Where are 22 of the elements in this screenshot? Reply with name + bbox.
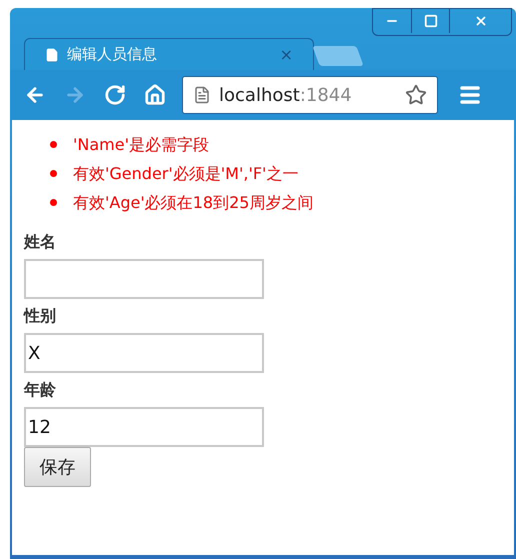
url-text: localhost:1844 <box>219 84 352 108</box>
new-tab-button[interactable] <box>312 46 364 66</box>
bookmark-star-icon <box>405 84 427 106</box>
text-field[interactable] <box>24 259 264 299</box>
address-bar[interactable]: localhost:1844 <box>182 76 438 114</box>
field-label: 姓名 <box>24 231 57 253</box>
text-field[interactable]: 12 <box>24 407 264 447</box>
error-message: 'Name'是必需字段 <box>73 134 209 156</box>
bullet-icon <box>50 199 57 206</box>
save-button[interactable]: 保存 <box>24 447 91 487</box>
field-label: 性别 <box>24 305 57 327</box>
page-icon <box>193 86 211 104</box>
bullet-icon <box>50 170 57 177</box>
field-label: 年龄 <box>24 379 57 401</box>
bullet-icon <box>50 141 57 148</box>
error-message: 有效'Age'必须在18到25周岁之间 <box>73 192 314 214</box>
error-message: 有效'Gender'必须是'M','F'之一 <box>73 162 298 184</box>
text-field[interactable]: X <box>24 333 264 373</box>
close-icon <box>474 14 488 28</box>
maximize-icon <box>424 14 438 28</box>
tab-title: 编辑人员信息 <box>67 44 157 66</box>
page-icon <box>45 48 59 62</box>
